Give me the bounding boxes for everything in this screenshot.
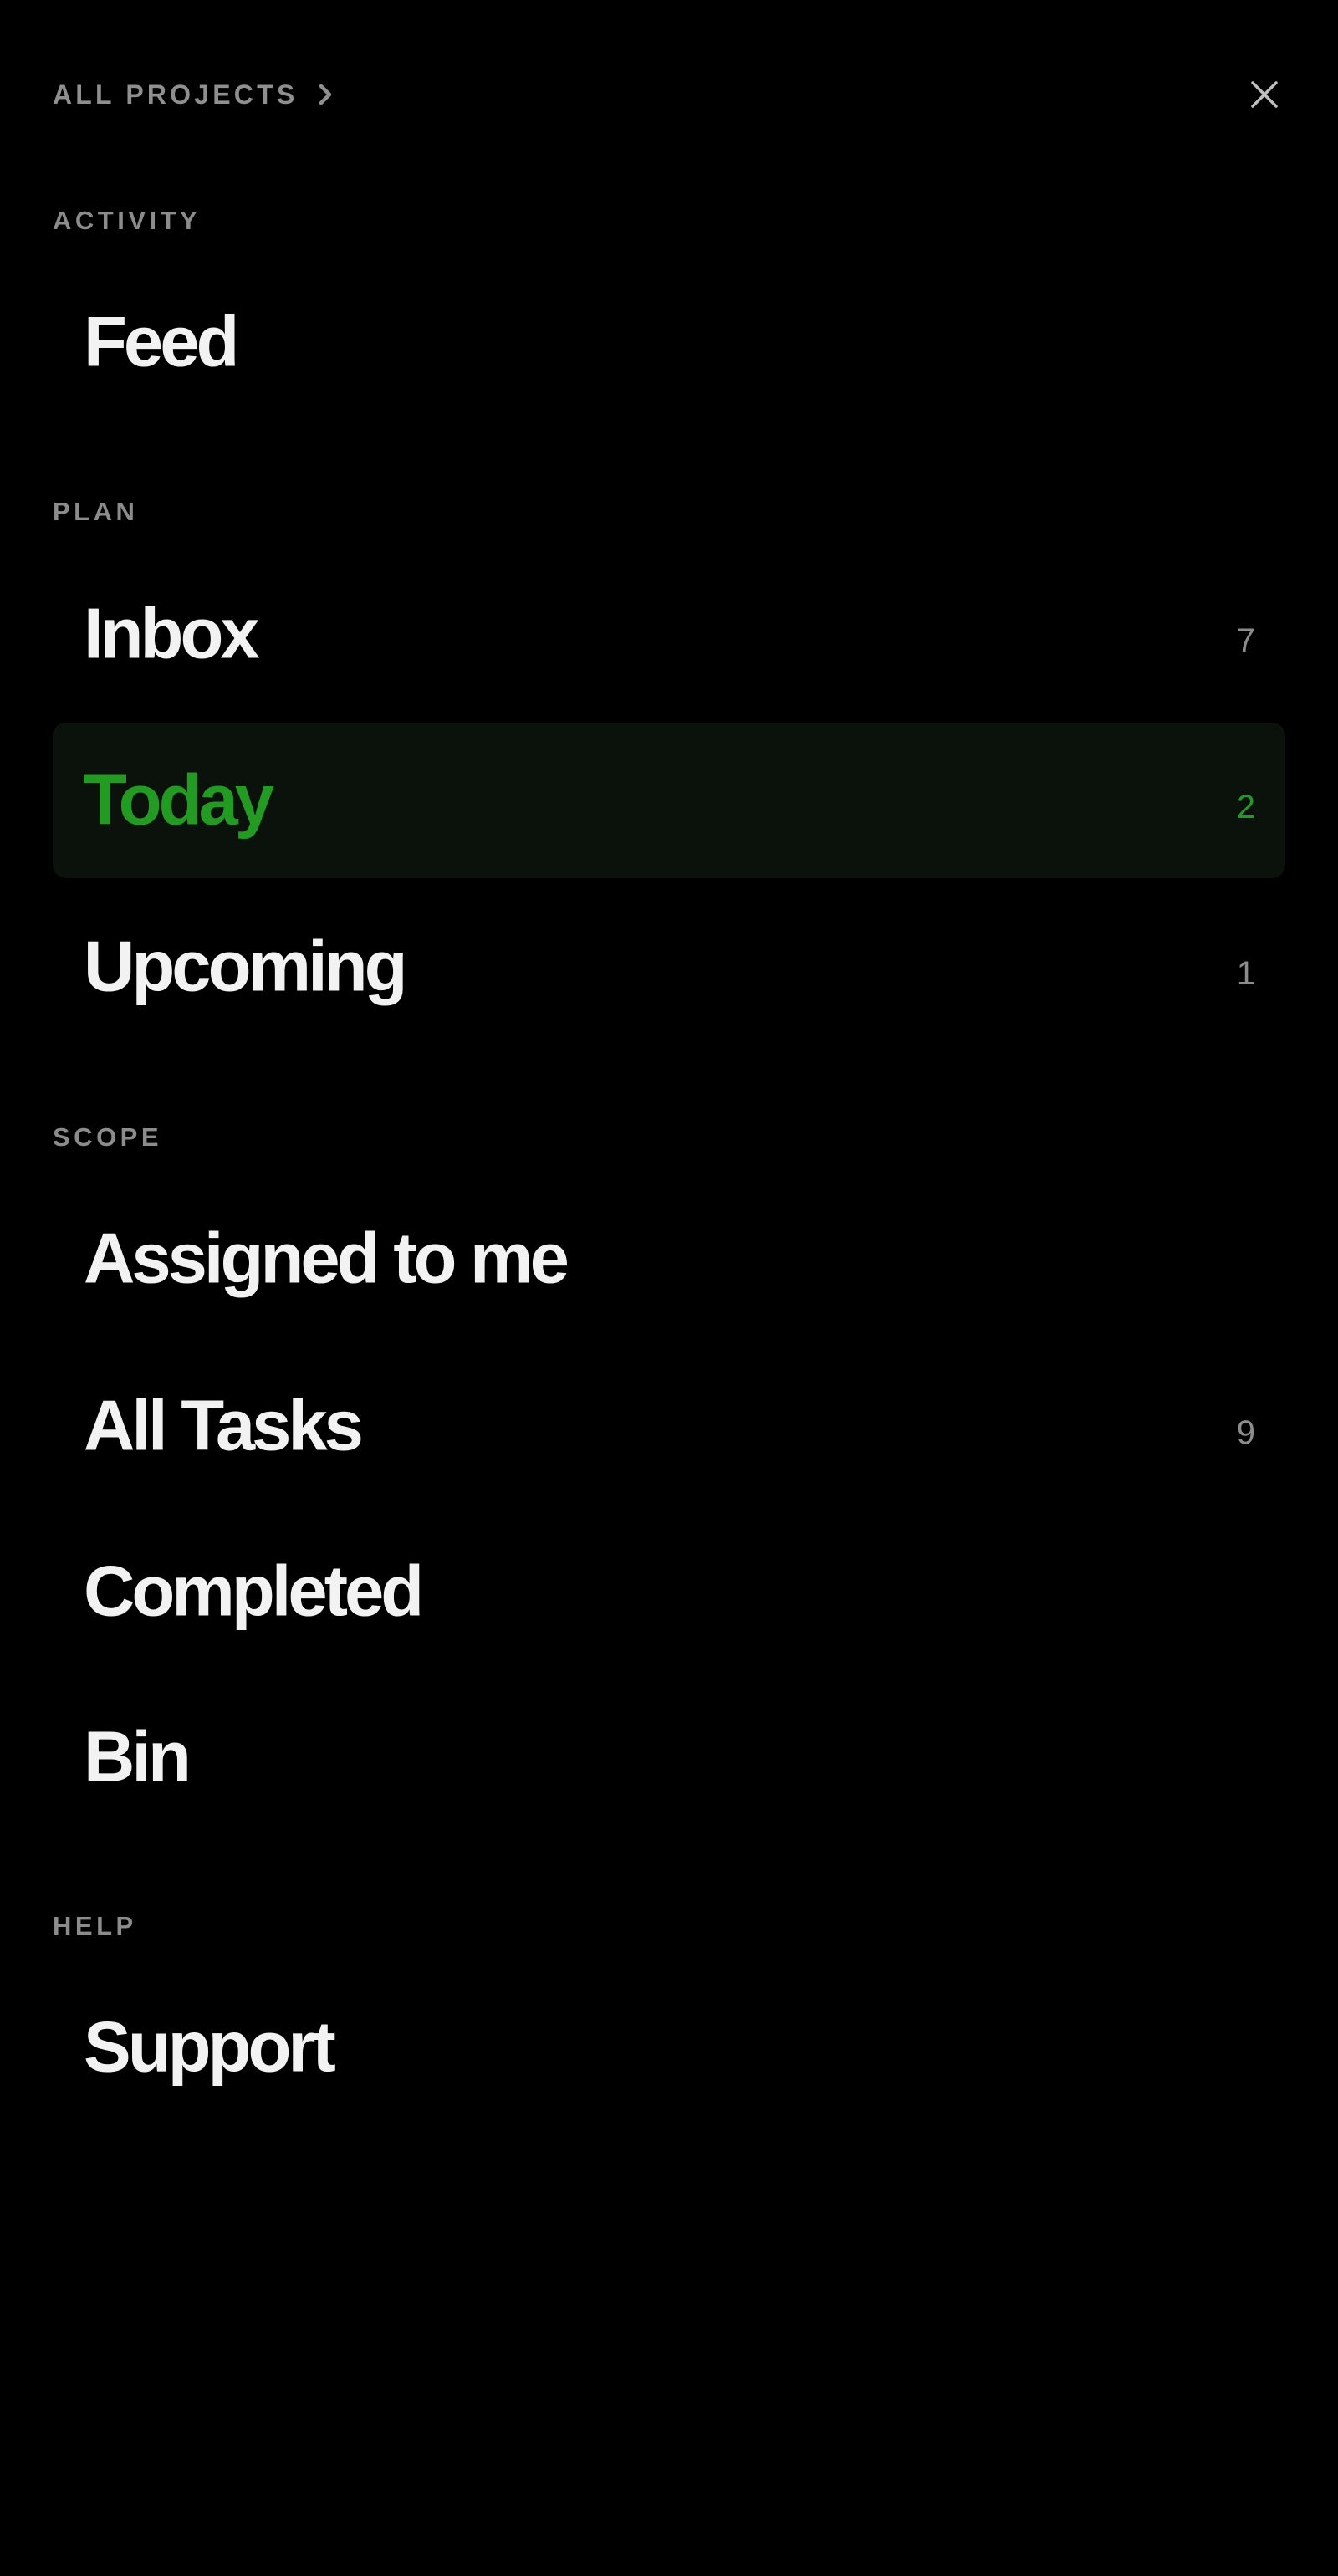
nav-item-count: 2: [1236, 789, 1255, 825]
nav-item-label: Completed: [84, 1551, 424, 1632]
nav-item-assigned-to-me[interactable]: Assigned to me: [53, 1181, 1285, 1337]
breadcrumb-label[interactable]: ALL PROJECTS: [53, 74, 298, 115]
nav-item-feed[interactable]: Feed: [53, 264, 1285, 420]
nav-item-count: 1: [1236, 955, 1255, 992]
nav-item-completed[interactable]: Completed: [53, 1514, 1285, 1669]
section-label-activity: ACTIVITY: [53, 206, 202, 235]
nav-item-label: All Tasks: [84, 1386, 364, 1466]
nav-item-bin[interactable]: Bin: [53, 1679, 1285, 1835]
nav-item-support[interactable]: Support: [53, 1970, 1285, 2125]
breadcrumb[interactable]: ALL PROJECTS: [53, 74, 334, 115]
nav-item-count: 7: [1236, 622, 1255, 659]
section-label-plan: PLAN: [53, 497, 139, 526]
chevron-right-icon: [316, 74, 334, 115]
nav-item-label: Bin: [84, 1717, 192, 1797]
nav-item-inbox[interactable]: Inbox 7: [53, 556, 1285, 712]
nav-item-label: Support: [84, 2007, 336, 2088]
nav-item-label: Assigned to me: [84, 1219, 569, 1299]
close-icon: [1250, 80, 1279, 109]
nav-item-label: Inbox: [84, 594, 260, 674]
nav-item-count: 9: [1236, 1414, 1255, 1451]
top-bar: ALL PROJECTS: [53, 74, 1285, 115]
nav-item-today[interactable]: Today 2: [53, 723, 1285, 878]
section-label-scope: SCOPE: [53, 1122, 163, 1152]
nav-item-all-tasks[interactable]: All Tasks 9: [53, 1348, 1285, 1504]
section-label-help: HELP: [53, 1911, 137, 1940]
close-button[interactable]: [1244, 74, 1285, 115]
nav-item-label: Today: [84, 760, 274, 841]
nav-item-upcoming[interactable]: Upcoming 1: [53, 889, 1285, 1045]
nav-item-label: Feed: [84, 302, 239, 382]
nav-item-label: Upcoming: [84, 927, 408, 1007]
